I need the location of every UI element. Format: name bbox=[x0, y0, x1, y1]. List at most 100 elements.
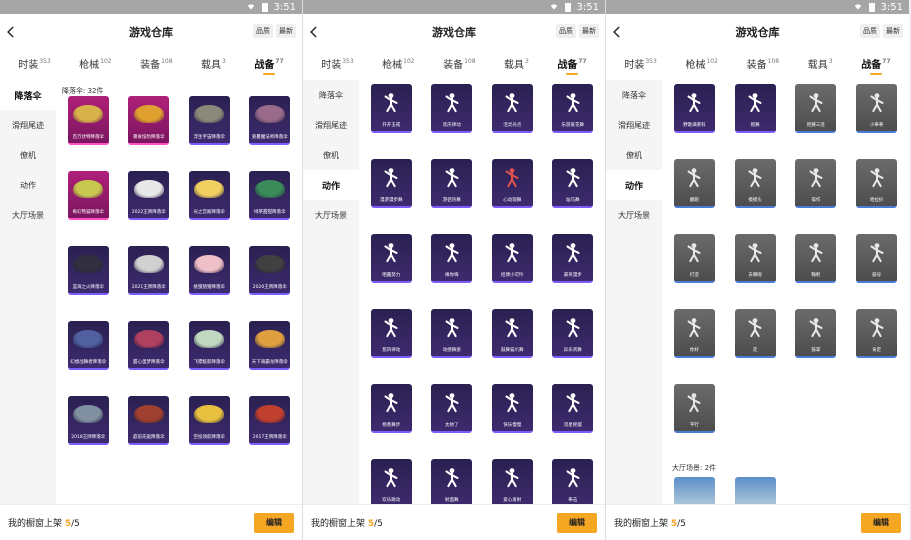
item-card[interactable]: 光之宫殿降落伞 bbox=[181, 171, 238, 246]
item-card[interactable]: 欢庆律动 bbox=[424, 84, 481, 159]
item-card[interactable]: 2020王牌降落伞 bbox=[242, 246, 299, 321]
item-card[interactable]: 幻想战舞者降落伞 bbox=[60, 321, 117, 396]
tab-0[interactable]: 时装353 bbox=[321, 56, 353, 75]
edit-button[interactable]: 编辑 bbox=[254, 512, 294, 533]
sort-latest-button[interactable]: 最新 bbox=[276, 24, 296, 38]
item-card[interactable]: 庭前先驱降落伞 bbox=[121, 396, 178, 471]
tab-3[interactable]: 载具3 bbox=[808, 56, 833, 75]
tab-3[interactable]: 载具3 bbox=[201, 56, 226, 75]
item-card[interactable]: 游侣热舞 bbox=[424, 159, 481, 234]
item-card[interactable]: 暴食炫豹降落伞 bbox=[121, 96, 178, 171]
sort-quality-button[interactable]: 品质 bbox=[556, 24, 576, 38]
tab-4[interactable]: 战备77 bbox=[557, 56, 587, 75]
item-card[interactable]: 杨善舞步 bbox=[363, 384, 420, 459]
sort-quality-button[interactable]: 品质 bbox=[253, 24, 273, 38]
item-card[interactable]: 摸摸头 bbox=[727, 159, 784, 234]
item-card[interactable]: 太帅了 bbox=[424, 384, 481, 459]
item-card[interactable]: 爱心发射 bbox=[484, 459, 541, 504]
back-button[interactable] bbox=[0, 14, 22, 50]
item-card[interactable]: 翻跑 bbox=[666, 159, 723, 234]
back-button[interactable] bbox=[606, 14, 628, 50]
tab-4[interactable]: 战备77 bbox=[861, 56, 891, 75]
sidebar-item[interactable]: 滑翔尾迹 bbox=[606, 110, 662, 140]
item-card[interactable]: 招博小可怜 bbox=[484, 234, 541, 309]
sidebar-item[interactable]: 动作 bbox=[0, 170, 56, 200]
edit-button[interactable]: 编辑 bbox=[557, 512, 597, 533]
tab-2[interactable]: 装备108 bbox=[140, 56, 172, 75]
item-card[interactable]: 平行 bbox=[666, 384, 723, 459]
item-card[interactable]: 打垄 bbox=[666, 234, 723, 309]
item-card[interactable]: 绿茶甜甜降落伞 bbox=[242, 171, 299, 246]
item-card[interactable]: 射面舞 bbox=[424, 459, 481, 504]
tab-4[interactable]: 战备77 bbox=[254, 56, 284, 75]
sidebar-item[interactable]: 大厅场景 bbox=[303, 200, 359, 230]
tab-0[interactable]: 时装353 bbox=[624, 56, 656, 75]
item-card[interactable]: 姿蔓魔法师降落伞 bbox=[242, 96, 299, 171]
sidebar-item[interactable]: 僚机 bbox=[303, 140, 359, 170]
tab-2[interactable]: 装备108 bbox=[747, 56, 779, 75]
tab-3[interactable]: 载具3 bbox=[504, 56, 529, 75]
item-card[interactable]: 开开玉戒 bbox=[363, 84, 420, 159]
sidebar-item[interactable]: 动作 bbox=[606, 170, 662, 200]
tab-1[interactable]: 枪械102 bbox=[382, 56, 414, 75]
sidebar-item[interactable]: 降落伞 bbox=[0, 80, 56, 110]
tab-1[interactable]: 枪械102 bbox=[79, 56, 111, 75]
sidebar-item[interactable]: 滑翔尾迹 bbox=[0, 110, 56, 140]
item-card[interactable]: 鼓号 bbox=[848, 234, 905, 309]
sort-latest-button[interactable]: 最新 bbox=[579, 24, 599, 38]
item-card[interactable]: 拳击 bbox=[545, 459, 602, 504]
item-card[interactable]: 你好 bbox=[666, 309, 723, 384]
item-card[interactable]: 飞镖极影降落伞 bbox=[181, 321, 238, 396]
item-card[interactable]: 鼓掌 bbox=[788, 309, 845, 384]
item-card[interactable]: 天下骑霸龙降落伞 bbox=[242, 321, 299, 396]
item-card[interactable]: 百万伏特降落伞 bbox=[60, 96, 117, 171]
item-card[interactable]: 漫游漫步舞 bbox=[363, 159, 420, 234]
sidebar-item[interactable]: 动作 bbox=[303, 170, 359, 200]
item-card[interactable]: 豪英漫步 bbox=[545, 234, 602, 309]
sort-quality-button[interactable]: 品质 bbox=[860, 24, 880, 38]
item-card[interactable]: 浮生宇宙降落伞 bbox=[181, 96, 238, 171]
item-card[interactable]: 小拳拳 bbox=[848, 84, 905, 159]
item-card[interactable]: 空投领航降落伞 bbox=[181, 396, 238, 471]
sidebar-item[interactable]: 降落伞 bbox=[606, 80, 662, 110]
back-button[interactable] bbox=[303, 14, 325, 50]
item-card[interactable]: 心动观舞 bbox=[484, 159, 541, 234]
item-card[interactable]: 鼓舞猫爪舞 bbox=[484, 309, 541, 384]
item-card[interactable]: 2018王牌降落伞 bbox=[60, 396, 117, 471]
item-card[interactable]: 哈拉扒 bbox=[848, 159, 905, 234]
item-card[interactable]: 主题场景-晴空 bbox=[666, 477, 723, 504]
tab-2[interactable]: 装备108 bbox=[443, 56, 475, 75]
sidebar-item[interactable]: 大厅场景 bbox=[0, 200, 56, 230]
item-card[interactable]: 野歌满莱科 bbox=[666, 84, 723, 159]
item-card[interactable]: 蓝海之火降落伞 bbox=[60, 246, 117, 321]
item-card[interactable]: 摇舞 bbox=[727, 84, 784, 159]
sidebar-item[interactable]: 降落伞 bbox=[303, 80, 359, 110]
item-card[interactable]: 晒露努力 bbox=[363, 234, 420, 309]
edit-button[interactable]: 编辑 bbox=[861, 512, 901, 533]
sidebar-item[interactable]: 大厅场景 bbox=[606, 200, 662, 230]
item-card[interactable]: 主题场景-落叶 bbox=[727, 477, 784, 504]
sidebar-item[interactable]: 滑翔尾迹 bbox=[303, 110, 359, 140]
item-card[interactable]: 活灵光点 bbox=[484, 84, 541, 159]
item-card[interactable]: 2021王牌降落伞 bbox=[121, 246, 178, 321]
tab-0[interactable]: 时装353 bbox=[18, 56, 50, 75]
tab-1[interactable]: 枪械102 bbox=[685, 56, 717, 75]
sort-latest-button[interactable]: 最新 bbox=[883, 24, 903, 38]
item-card[interactable]: 缘你嗨 bbox=[424, 234, 481, 309]
item-card[interactable]: 鞠躬 bbox=[788, 234, 845, 309]
item-card[interactable]: 肯定 bbox=[848, 309, 905, 384]
item-card[interactable]: 流星摇摆 bbox=[545, 384, 602, 459]
item-card[interactable]: 桃蜜猪猪降落伞 bbox=[181, 246, 238, 321]
item-card[interactable]: 甜心蛋梦降落伞 bbox=[121, 321, 178, 396]
item-card[interactable]: 奇幻熊猫降落伞 bbox=[60, 171, 117, 246]
item-card[interactable]: 灿乌舞 bbox=[545, 159, 602, 234]
item-card[interactable]: 快乐慢慢 bbox=[484, 384, 541, 459]
sidebar-item[interactable]: 僚机 bbox=[0, 140, 56, 170]
sidebar-item[interactable]: 僚机 bbox=[606, 140, 662, 170]
item-card[interactable]: 去哪呢 bbox=[727, 234, 784, 309]
item-card[interactable]: 2022王牌降落伞 bbox=[121, 171, 178, 246]
item-card[interactable]: 操作 bbox=[788, 159, 845, 234]
item-card[interactable]: 动感舞姿 bbox=[424, 309, 481, 384]
item-card[interactable]: 乐游爱花舞 bbox=[545, 84, 602, 159]
item-card[interactable]: 2017王牌降落伞 bbox=[242, 396, 299, 471]
